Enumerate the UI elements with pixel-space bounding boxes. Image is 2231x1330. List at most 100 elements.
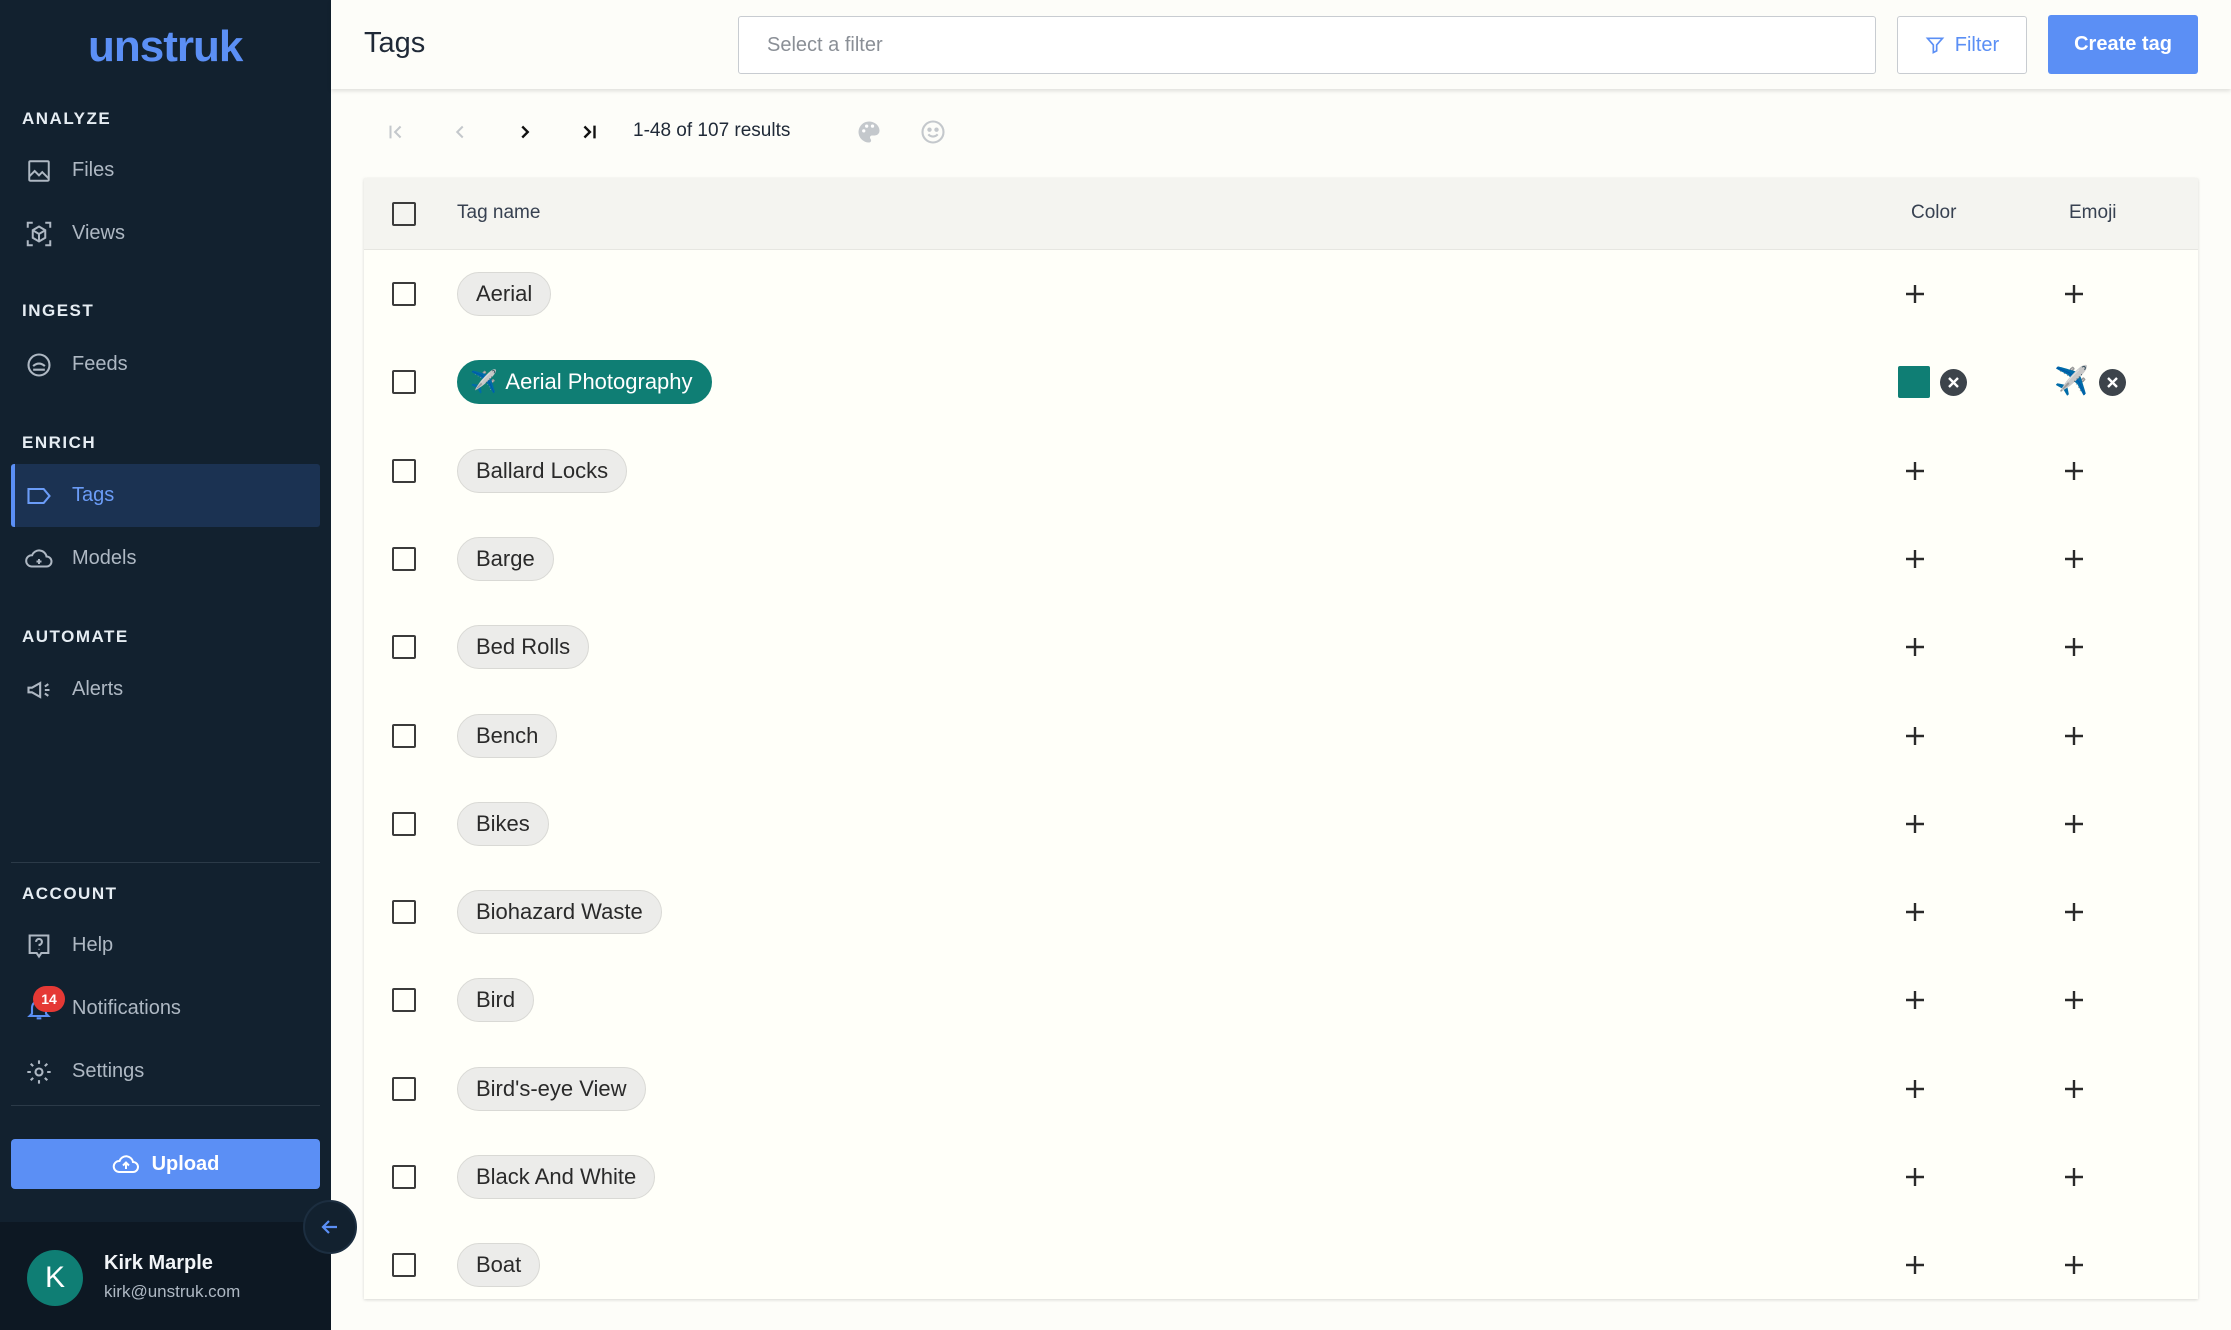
tag-chip[interactable]: Bird's-eye View (457, 1066, 646, 1111)
upload-button[interactable]: Upload (11, 1139, 320, 1189)
row-checkbox[interactable] (392, 1165, 416, 1189)
row-checkbox[interactable] (392, 546, 416, 571)
next-page-button[interactable] (508, 115, 542, 149)
sidebar-item-label: Notifications (72, 997, 181, 1019)
sidebar-item-alerts[interactable]: Alerts (11, 658, 320, 721)
last-page-button[interactable] (572, 115, 606, 149)
tag-icon (22, 479, 56, 513)
app-logo[interactable]: unstruk (88, 22, 243, 72)
table-row[interactable]: Black And White (364, 1133, 2198, 1221)
row-checkbox[interactable] (392, 635, 416, 660)
tag-chip[interactable]: Barge (457, 536, 554, 581)
section-title-automate: AUTOMATE (22, 627, 129, 646)
tag-chip[interactable]: Bikes (457, 801, 549, 846)
table-row[interactable]: Aerial (364, 250, 2198, 338)
table-row[interactable]: Boat (364, 1221, 2198, 1299)
color-toggle-button[interactable] (852, 115, 886, 149)
sidebar-item-tags[interactable]: Tags (11, 464, 320, 527)
filter-select-input[interactable] (738, 16, 1876, 74)
table-row[interactable]: Bikes (364, 780, 2198, 868)
first-page-icon (389, 125, 402, 139)
row-checkbox[interactable] (392, 458, 416, 483)
emoji-toggle-button[interactable] (916, 115, 950, 149)
table-row[interactable]: Bench (364, 692, 2198, 780)
tag-chip[interactable]: Aerial (457, 272, 552, 316)
add-color-icon[interactable] (1899, 984, 1931, 1016)
sidebar-item-models[interactable]: Models (11, 527, 320, 590)
upload-label: Upload (151, 1152, 220, 1175)
sidebar-item-views[interactable]: Views (11, 202, 320, 265)
table-header: Tag name Color Emoji (364, 178, 2198, 250)
tag-chip[interactable]: Black And White (457, 1155, 656, 1199)
table-row[interactable]: Barge (364, 515, 2198, 603)
add-color-icon[interactable] (1899, 896, 1931, 928)
color-swatch[interactable] (1898, 366, 1930, 399)
add-emoji-icon[interactable] (2058, 896, 2090, 928)
add-emoji-icon[interactable] (2058, 720, 2090, 752)
tag-chip[interactable]: Bird (457, 978, 535, 1023)
add-color-icon[interactable] (1899, 631, 1931, 663)
row-checkbox[interactable] (392, 900, 416, 925)
remove-emoji-icon[interactable] (2099, 369, 2126, 397)
add-emoji-icon[interactable] (2058, 455, 2090, 487)
add-color-icon[interactable] (1899, 543, 1931, 575)
first-page-button[interactable] (379, 115, 413, 149)
filter-button[interactable]: Filter (1897, 16, 2027, 74)
tag-name: Biohazard Waste (476, 899, 643, 925)
tag-chip[interactable]: Ballard Locks (457, 448, 628, 493)
add-emoji-icon[interactable] (2058, 278, 2090, 310)
add-color-icon[interactable] (1899, 455, 1931, 487)
add-emoji-icon[interactable] (2058, 631, 2090, 663)
add-color-icon[interactable] (1899, 278, 1931, 310)
add-emoji-icon[interactable] (2058, 1249, 2090, 1281)
add-color-icon[interactable] (1899, 1249, 1931, 1281)
add-emoji-icon[interactable] (2058, 808, 2090, 840)
user-profile[interactable]: K Kirk Marple kirk@unstruk.com (0, 1222, 331, 1330)
table-row[interactable]: Bird's-eye View (364, 1045, 2198, 1133)
row-checkbox[interactable] (392, 988, 416, 1013)
row-checkbox[interactable] (392, 811, 416, 836)
tag-chip[interactable]: Bench (457, 713, 558, 758)
add-emoji-icon[interactable] (2058, 543, 2090, 575)
table-row[interactable]: Ballard Locks (364, 427, 2198, 515)
row-checkbox[interactable] (392, 1253, 416, 1278)
sidebar-item-files[interactable]: Files (11, 139, 320, 202)
row-checkbox[interactable] (392, 370, 416, 395)
remove-color-icon[interactable] (1940, 369, 1967, 397)
row-checkbox[interactable] (392, 282, 416, 306)
cube-scan-icon (22, 217, 56, 251)
add-emoji-icon[interactable] (2058, 984, 2090, 1016)
column-header-tag-name[interactable]: Tag name (457, 202, 540, 224)
table-row[interactable]: Bed Rolls (364, 603, 2198, 691)
row-checkbox[interactable] (392, 1076, 416, 1101)
row-checkbox[interactable] (392, 723, 416, 748)
tag-chip[interactable]: Boat (457, 1243, 541, 1288)
results-count: 1-48 of 107 results (633, 120, 791, 141)
sidebar-item-settings[interactable]: Settings (11, 1040, 320, 1103)
select-all-checkbox[interactable] (392, 202, 416, 226)
prev-page-button[interactable] (443, 115, 477, 149)
create-tag-button[interactable]: Create tag (2048, 15, 2198, 74)
sidebar-item-help[interactable]: Help (11, 914, 320, 977)
tag-name: Bed Rolls (476, 634, 571, 660)
funnel-icon (1925, 37, 1945, 54)
add-color-icon[interactable] (1899, 808, 1931, 840)
table-row[interactable]: ✈️ Aerial Photography ✈️ (364, 338, 2198, 426)
tag-chip[interactable]: Biohazard Waste (457, 890, 662, 935)
add-color-icon[interactable] (1899, 1161, 1931, 1193)
tag-chip[interactable]: ✈️ Aerial Photography (457, 360, 712, 405)
add-color-icon[interactable] (1899, 720, 1931, 752)
add-emoji-icon[interactable] (2058, 1161, 2090, 1193)
tag-chip[interactable]: Bed Rolls (457, 625, 590, 670)
table-row[interactable]: Biohazard Waste (364, 868, 2198, 956)
pagination-bar: 1-48 of 107 results (331, 105, 2231, 159)
add-emoji-icon[interactable] (2058, 1073, 2090, 1105)
emoji-value[interactable]: ✈️ (2054, 364, 2089, 397)
add-color-icon[interactable] (1899, 1073, 1931, 1105)
collapse-sidebar-button[interactable] (303, 1200, 357, 1254)
table-row[interactable]: Bird (364, 956, 2198, 1044)
image-icon (22, 154, 56, 188)
sidebar-item-feeds[interactable]: Feeds (11, 333, 320, 396)
palette-icon (858, 121, 880, 143)
filter-label: Filter (1954, 33, 2000, 56)
